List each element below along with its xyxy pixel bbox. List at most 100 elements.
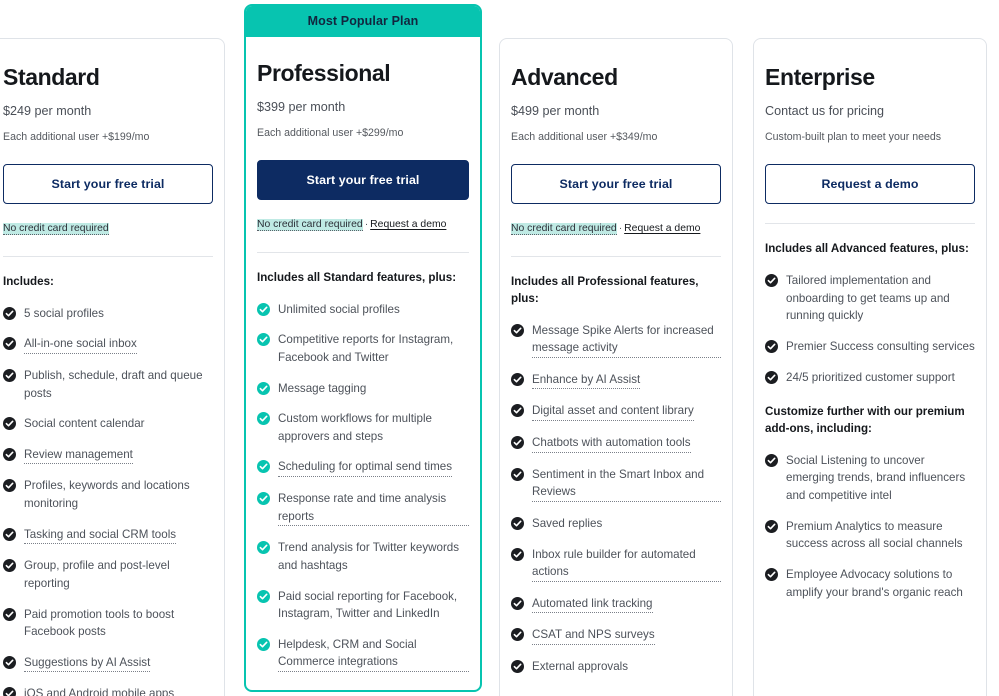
feature-list: Message Spike Alerts for increased messa… bbox=[511, 322, 721, 676]
feature-list: 5 social profiles All-in-one social inbox… bbox=[3, 305, 213, 696]
feature-item: Employee Advocacy solutions to amplify y… bbox=[765, 566, 975, 601]
feature-item: Helpdesk, CRM and Social Commerce integr… bbox=[257, 636, 469, 672]
most-popular-banner: Most Popular Plan bbox=[246, 6, 480, 37]
feature-item: Custom workflows for multiple approvers … bbox=[257, 410, 469, 445]
feature-label: Trend analysis for Twitter keywords and … bbox=[278, 541, 460, 572]
feature-label-tooltip[interactable]: Response rate and time analysis reports bbox=[278, 490, 469, 527]
feature-item: iOS and Android mobile apps bbox=[3, 685, 213, 696]
no-credit-card-note[interactable]: No credit card required bbox=[3, 223, 109, 236]
feature-label-tooltip[interactable]: Automated link tracking bbox=[532, 595, 653, 614]
plan-sub-links: No credit card required · Request a demo bbox=[257, 217, 469, 233]
feature-label: Premium Analytics to measure success acr… bbox=[786, 519, 963, 551]
feature-item: Publish, schedule, draft and queue posts bbox=[3, 367, 213, 402]
plan-sub-links: No credit card required bbox=[3, 221, 213, 237]
feature-label-tooltip[interactable]: Message Spike Alerts for increased messa… bbox=[532, 322, 721, 358]
plan-price: $399 per month bbox=[257, 100, 346, 115]
feature-label: Premier Success consulting services bbox=[786, 340, 975, 354]
check-circle-icon bbox=[511, 436, 524, 450]
feature-item: Unlimited social profiles bbox=[257, 301, 469, 319]
feature-list: Tailored implementation and onboarding t… bbox=[765, 272, 975, 386]
check-circle-icon bbox=[257, 412, 270, 426]
feature-item: CSAT and NPS surveys bbox=[511, 626, 721, 645]
plan-cta-button[interactable]: Request a demo bbox=[765, 164, 975, 205]
check-circle-icon bbox=[765, 370, 778, 384]
features-heading: Includes all Standard features, plus: bbox=[257, 271, 457, 285]
feature-item: Paid social reporting for Facebook, Inst… bbox=[257, 588, 469, 623]
check-circle-icon bbox=[3, 607, 16, 621]
feature-label: Social content calendar bbox=[24, 417, 145, 431]
plan-card-advanced: Advanced $499 per month Each additional us… bbox=[499, 38, 733, 696]
feature-list: Unlimited social profiles Competitive rep… bbox=[257, 301, 469, 672]
feature-item: All-in-one social inbox bbox=[3, 335, 213, 355]
check-circle-icon bbox=[257, 541, 270, 555]
no-credit-card-note[interactable]: No credit card required bbox=[511, 223, 617, 236]
feature-item: Social content calendar bbox=[3, 415, 213, 433]
feature-label-tooltip[interactable]: All-in-one social inbox bbox=[24, 335, 137, 355]
check-circle-icon bbox=[511, 372, 524, 386]
request-demo-link[interactable]: Request a demo bbox=[624, 223, 700, 234]
check-circle-icon bbox=[511, 467, 524, 481]
feature-item: Saved replies bbox=[511, 515, 721, 533]
check-circle-icon bbox=[765, 340, 778, 354]
check-circle-icon bbox=[257, 460, 270, 474]
feature-label-tooltip[interactable]: Helpdesk, CRM and Social Commerce integr… bbox=[278, 636, 469, 672]
plan-cta-button[interactable]: Start your free trial bbox=[3, 164, 213, 205]
feature-label-tooltip[interactable]: Chatbots with automation tools bbox=[532, 434, 691, 453]
feature-item: 24/5 prioritized customer support bbox=[765, 369, 975, 387]
feature-label: 24/5 prioritized customer support bbox=[786, 370, 955, 384]
check-circle-icon bbox=[3, 306, 16, 320]
plan-price: $499 per month bbox=[511, 104, 600, 119]
feature-label-tooltip[interactable]: Review management bbox=[24, 446, 133, 465]
addon-feature-list: Social Listening to uncover emerging tre… bbox=[765, 452, 975, 601]
feature-item: Digital asset and content library bbox=[511, 402, 721, 422]
check-circle-icon bbox=[3, 369, 16, 383]
check-circle-icon bbox=[257, 381, 270, 395]
plan-features: Includes all Professional features, plus… bbox=[500, 257, 732, 676]
feature-label: Profiles, keywords and locations monitor… bbox=[24, 479, 190, 511]
feature-label-tooltip[interactable]: Tasking and social CRM tools bbox=[24, 526, 177, 545]
check-circle-icon bbox=[511, 659, 524, 673]
plan-additional-user-price: Each additional user +$349/mo bbox=[511, 130, 658, 143]
feature-label: Unlimited social profiles bbox=[278, 302, 400, 316]
feature-label: iOS and Android mobile apps bbox=[24, 687, 175, 696]
feature-item: Inbox rule builder for automated actions bbox=[511, 546, 721, 582]
feature-label-tooltip[interactable]: Sentiment in the Smart Inbox and Reviews bbox=[532, 466, 721, 502]
request-demo-link[interactable]: Request a demo bbox=[370, 219, 446, 230]
features-heading: Includes all Advanced features, plus: bbox=[765, 242, 969, 256]
feature-item: Message Spike Alerts for increased messa… bbox=[511, 322, 721, 358]
plan-card-professional: Most Popular Plan Professional $399 per mo… bbox=[244, 4, 482, 692]
feature-item: Social Listening to uncover emerging tre… bbox=[765, 452, 975, 505]
check-circle-icon bbox=[511, 516, 524, 530]
feature-label-tooltip[interactable]: Suggestions by AI Assist bbox=[24, 654, 151, 673]
plan-cta-button[interactable]: Start your free trial bbox=[511, 164, 721, 205]
no-credit-card-note[interactable]: No credit card required bbox=[257, 219, 363, 232]
check-circle-icon bbox=[3, 655, 16, 669]
feature-item: Paid promotion tools to boost Facebook p… bbox=[3, 606, 213, 641]
plan-title: Enterprise bbox=[765, 64, 875, 90]
feature-item: Response rate and time analysis reports bbox=[257, 490, 469, 527]
feature-label-tooltip[interactable]: Digital asset and content library bbox=[532, 402, 694, 422]
feature-item: Review management bbox=[3, 446, 213, 465]
check-circle-icon bbox=[257, 333, 270, 347]
feature-label: Publish, schedule, draft and queue posts bbox=[24, 369, 203, 400]
feature-item: Trend analysis for Twitter keywords and … bbox=[257, 539, 469, 574]
check-circle-icon bbox=[511, 628, 524, 642]
check-circle-icon bbox=[257, 302, 270, 316]
check-circle-icon bbox=[765, 519, 778, 533]
check-circle-icon bbox=[3, 417, 16, 431]
feature-label-tooltip[interactable]: Inbox rule builder for automated actions bbox=[532, 546, 721, 582]
feature-label-tooltip[interactable]: Enhance by AI Assist bbox=[532, 371, 641, 390]
feature-label-tooltip[interactable]: Scheduling for optimal send times bbox=[278, 458, 452, 478]
feature-item: External approvals bbox=[511, 658, 721, 676]
feature-label-tooltip[interactable]: CSAT and NPS surveys bbox=[532, 626, 655, 645]
plan-header: Standard $249 per month Each additional us… bbox=[0, 39, 224, 258]
feature-label: Group, profile and post-level reporting bbox=[24, 559, 170, 590]
plan-header: Enterprise Contact us for pricing Custom-b… bbox=[754, 39, 986, 225]
feature-label: Social Listening to uncover emerging tre… bbox=[786, 453, 966, 503]
feature-item: Automated link tracking bbox=[511, 595, 721, 614]
plan-cta-button[interactable]: Start your free trial bbox=[257, 160, 469, 201]
plan-price: Contact us for pricing bbox=[765, 104, 884, 119]
feature-item: Premium Analytics to measure success acr… bbox=[765, 518, 975, 553]
feature-item: Chatbots with automation tools bbox=[511, 434, 721, 453]
plan-sub-links: No credit card required · Request a demo bbox=[511, 221, 721, 237]
